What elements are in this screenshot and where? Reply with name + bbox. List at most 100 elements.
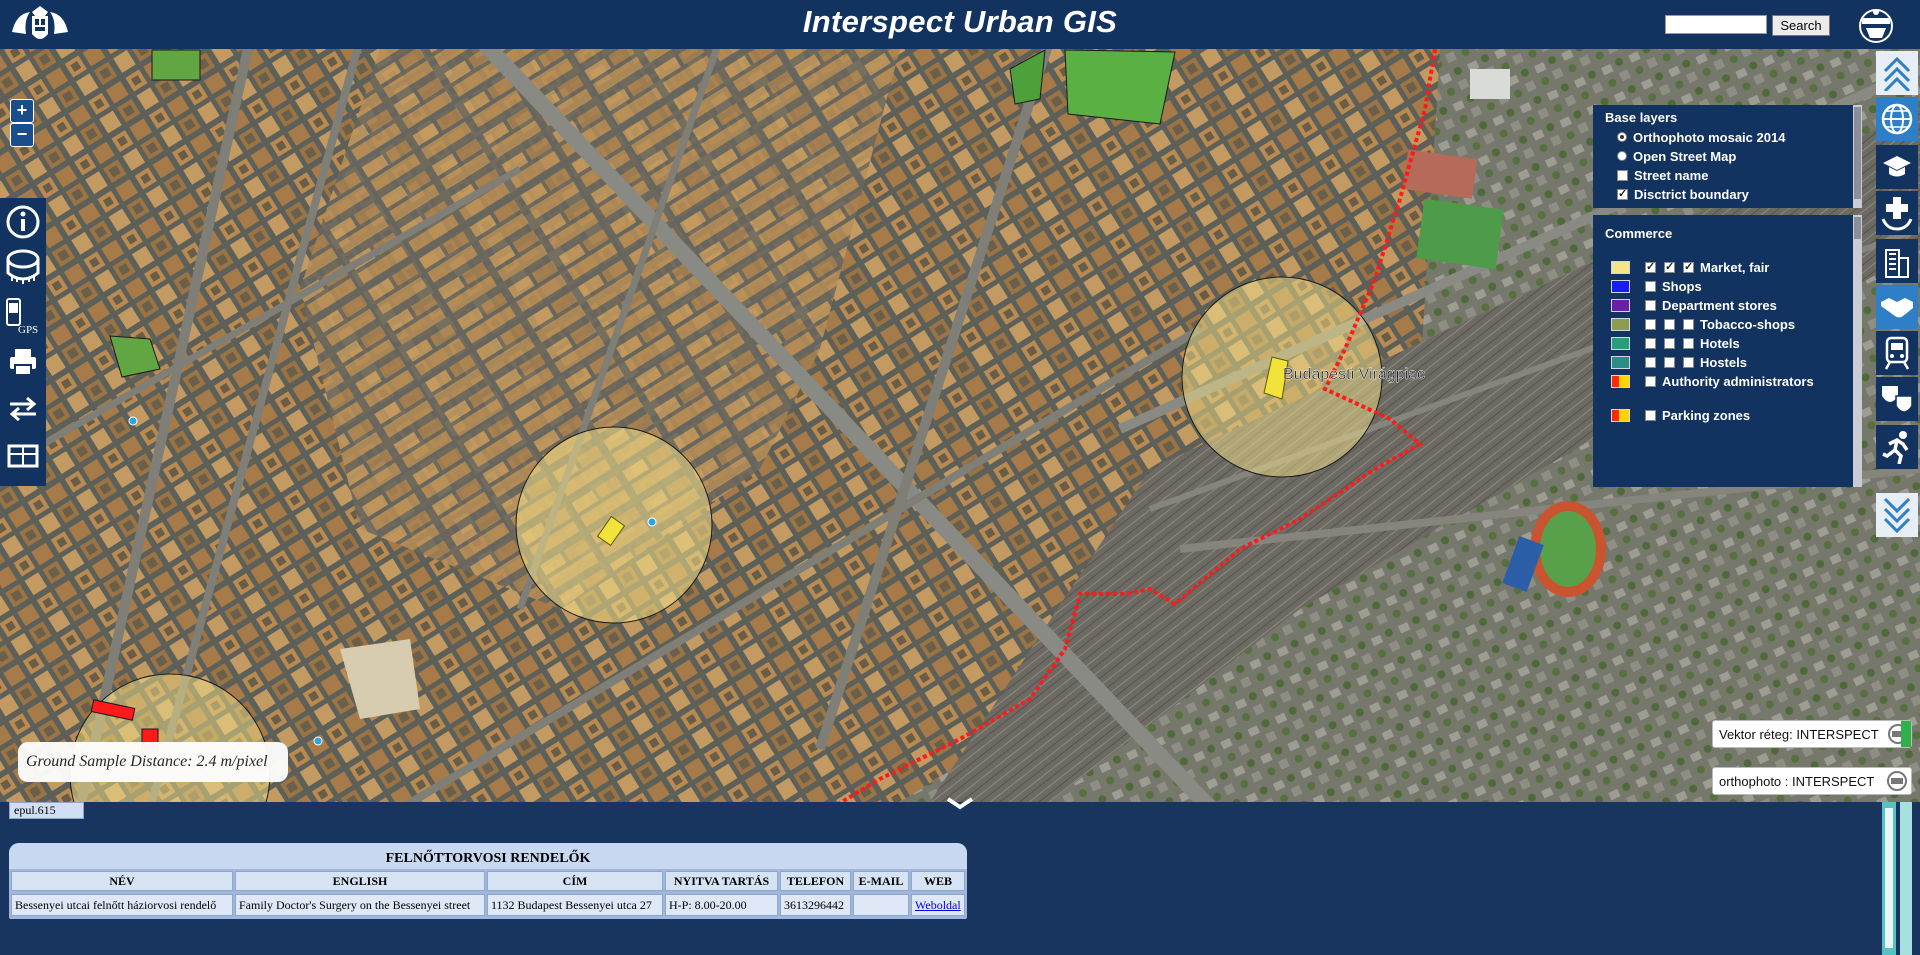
vector-layer-badge: Vektor réteg: INTERSPECT (1712, 720, 1912, 748)
commerce-item-department-stores[interactable]: Department stores (1611, 297, 1777, 313)
commerce-button[interactable] (1876, 285, 1918, 329)
feature-id-label: epul.615 (9, 802, 84, 819)
layer-option-street-name[interactable]: Street name (1617, 167, 1708, 183)
checkbox[interactable] (1645, 299, 1656, 311)
commerce-item-label: Tobacco-shops (1700, 316, 1796, 332)
column-header-telefon: TELEFON (780, 871, 851, 891)
checkbox[interactable] (1664, 337, 1675, 349)
checkbox[interactable] (1683, 260, 1694, 273)
gps-button[interactable]: GPS (4, 296, 42, 336)
checkbox[interactable] (1645, 409, 1656, 421)
info-icon (6, 205, 40, 239)
app-title: Interspect Urban GIS (802, 4, 1118, 39)
handshake-icon (1881, 298, 1913, 318)
commerce-scrollbar[interactable] (1853, 215, 1862, 487)
scroll-down-icon (1883, 497, 1911, 533)
scrollbar-thumb[interactable] (1885, 808, 1893, 948)
layer-option-district-boundary[interactable]: Disctrict boundary (1617, 186, 1749, 202)
legend-swatch (1611, 317, 1630, 331)
checkbox[interactable] (1645, 318, 1656, 330)
education-button[interactable] (1876, 145, 1918, 189)
commerce-item-tobacco[interactable]: Tobacco-shops (1611, 316, 1795, 332)
legend-swatch (1611, 355, 1630, 369)
checkbox[interactable] (1645, 356, 1656, 368)
column-header-web: WEB (911, 871, 965, 891)
legend-swatch (1611, 408, 1630, 422)
base-layers-title: Base layers (1605, 110, 1678, 125)
health-icon (1881, 197, 1913, 231)
transport-button[interactable] (1876, 331, 1918, 375)
checkbox[interactable] (1645, 375, 1656, 387)
health-button[interactable] (1876, 191, 1918, 235)
layer-option-label: Disctrict boundary (1634, 186, 1749, 202)
scroll-down-button[interactable] (1876, 493, 1918, 537)
commerce-item-label: Authority administrators (1662, 373, 1814, 389)
commerce-item-hotels[interactable]: Hotels (1611, 335, 1740, 351)
checkbox[interactable] (1645, 337, 1656, 349)
zoom-in-button[interactable]: + (10, 99, 34, 123)
commerce-item-market[interactable]: Market, fair (1611, 259, 1769, 275)
culture-button[interactable] (1876, 377, 1918, 421)
legend-swatch (1611, 279, 1630, 293)
cell-email (853, 894, 909, 916)
print-button[interactable] (4, 342, 42, 382)
base-layers-button[interactable] (1876, 97, 1918, 141)
zoom-out-button[interactable]: − (10, 123, 34, 147)
train-icon (1884, 336, 1910, 370)
checkbox[interactable] (1683, 318, 1694, 330)
checkbox[interactable] (1645, 260, 1656, 273)
checkbox[interactable] (1664, 356, 1675, 368)
interspect-logo-icon (1887, 771, 1908, 791)
base-layers-panel: Base layers Orthophoto mosaic 2014 Open … (1593, 105, 1862, 208)
legend-swatch (1611, 298, 1630, 312)
vector-layer-text: Vektor réteg: INTERSPECT (1719, 726, 1879, 742)
website-link[interactable]: Weboldal (915, 898, 961, 912)
commerce-item-shops[interactable]: Shops (1611, 278, 1702, 294)
print-icon (10, 349, 36, 376)
column-header-email: E-MAIL (853, 871, 909, 891)
swap-button[interactable] (4, 388, 42, 428)
commerce-item-hostels[interactable]: Hostels (1611, 354, 1747, 370)
info-button[interactable] (4, 202, 42, 242)
layer-option-label: Street name (1634, 167, 1709, 183)
commerce-item-parking[interactable]: Parking zones (1611, 407, 1750, 423)
radio-button[interactable] (1617, 151, 1627, 161)
checkbox[interactable] (1617, 187, 1628, 200)
scroll-up-button[interactable] (1876, 51, 1918, 95)
checkbox[interactable] (1683, 356, 1694, 368)
cell-nyitva: H-P: 8.00-20.00 (665, 894, 778, 916)
layer-option-osm[interactable]: Open Street Map (1617, 148, 1736, 164)
map-frame-button[interactable] (4, 436, 42, 476)
checkbox[interactable] (1683, 337, 1694, 349)
checkbox[interactable] (1664, 318, 1675, 330)
measure-button[interactable] (4, 248, 42, 288)
orthophoto-text: orthophoto : INTERSPECT (1719, 773, 1875, 789)
checkbox[interactable] (1617, 169, 1628, 181)
layer-option-label: Open Street Map (1633, 148, 1737, 164)
left-toolbar: GPS (0, 198, 46, 486)
chevron-down-icon[interactable] (945, 796, 975, 810)
search-input[interactable] (1665, 15, 1767, 34)
ground-sample-distance: Ground Sample Distance: 2.4 m/pixel (18, 742, 288, 782)
building-icon (1885, 249, 1909, 278)
right-toolbar (1872, 49, 1920, 546)
cell-cim: 1132 Budapest Bessenyei utca 27 (487, 894, 663, 916)
commerce-item-authority[interactable]: Authority administrators (1611, 373, 1814, 389)
checkbox[interactable] (1664, 260, 1675, 273)
buildings-button[interactable] (1876, 239, 1918, 283)
commerce-item-label: Hotels (1700, 335, 1740, 351)
base-layers-scrollbar[interactable] (1853, 105, 1862, 208)
search-button[interactable]: Search (1772, 15, 1830, 36)
cell-nev: Bessenyei utcai felnőtt háziorvosi rende… (11, 894, 233, 916)
theatre-masks-icon (1882, 386, 1913, 413)
column-header-english: ENGLISH (235, 871, 485, 891)
layer-option-orthophoto[interactable]: Orthophoto mosaic 2014 (1617, 129, 1785, 145)
commerce-title: Commerce (1605, 226, 1673, 241)
sport-button[interactable] (1876, 425, 1918, 469)
attribute-panel-scrollbar-track[interactable] (1900, 802, 1912, 955)
commerce-item-label: Market, fair (1700, 259, 1770, 275)
checkbox[interactable] (1645, 280, 1656, 292)
radio-button[interactable] (1617, 132, 1627, 142)
cell-telefon: 3613296442 (780, 894, 851, 916)
gps-phone-icon: GPS (6, 298, 38, 335)
